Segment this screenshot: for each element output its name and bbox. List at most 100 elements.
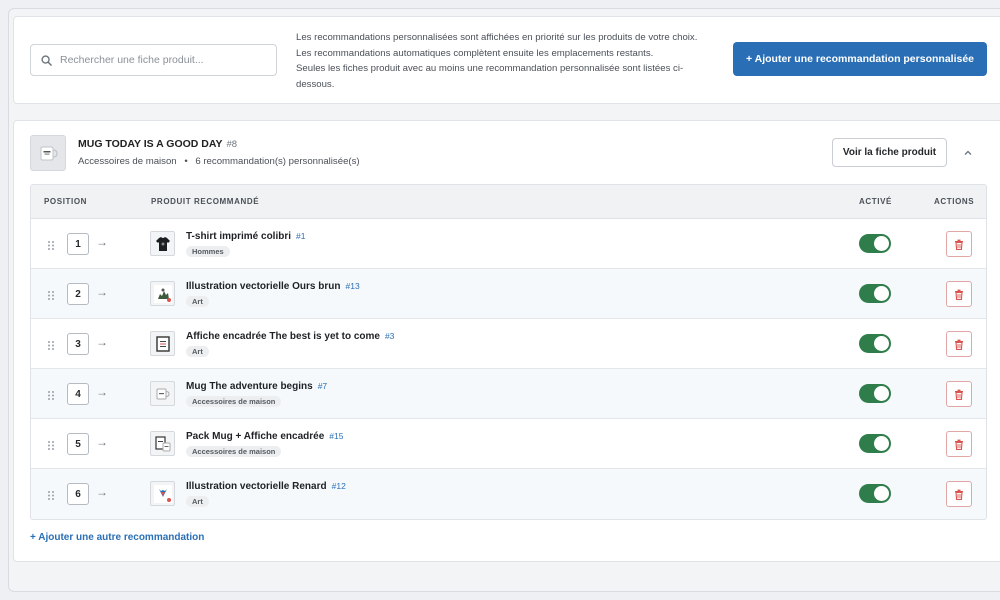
header-actions: ACTIONS <box>934 197 975 206</box>
position-input[interactable]: 1 <box>67 233 89 255</box>
category-badge: Art <box>186 346 209 357</box>
view-product-button[interactable]: Voir la fiche produit <box>832 138 947 167</box>
active-toggle[interactable] <box>859 284 891 303</box>
product-thumbnail <box>150 331 175 356</box>
product-card: MUG TODAY IS A GOOD DAY #8 Accessoires de… <box>13 120 1000 562</box>
product-subtitle: Accessoires de maison • 6 recommandation… <box>78 156 360 167</box>
active-toggle[interactable] <box>859 334 891 353</box>
mug-icon <box>40 146 58 161</box>
active-toggle[interactable] <box>859 434 891 453</box>
drag-handle-icon[interactable] <box>47 488 55 506</box>
position-input[interactable]: 2 <box>67 283 89 305</box>
product-name-text: Affiche encadrée The best is yet to come <box>186 331 380 342</box>
product-thumbnail <box>150 281 175 306</box>
product-title-text: MUG TODAY IS A GOOD DAY <box>78 138 223 150</box>
arrow-right-icon: → <box>96 335 108 349</box>
info-line-1: Les recommandations personnalisées sont … <box>296 32 698 43</box>
product-id: #12 <box>331 481 346 491</box>
product-name-text: Pack Mug + Affiche encadrée <box>186 431 325 442</box>
table-row: 3 → Affiche encadrée The best is yet to … <box>31 319 986 369</box>
drag-handle-icon[interactable] <box>47 238 55 256</box>
product-id: #13 <box>345 281 360 291</box>
add-recommendation-button[interactable]: + Ajouter une recommandation personnalis… <box>733 42 987 76</box>
table-row: 5 → Pack Mug + Affiche encadrée #15 Acces… <box>31 419 986 469</box>
active-toggle[interactable] <box>859 384 891 403</box>
drag-handle-icon[interactable] <box>47 288 55 306</box>
table-row: 1 → T-shirt imprimé colibri #1 Hommes <box>31 219 986 269</box>
recommended-product-name[interactable]: Affiche encadrée The best is yet to come… <box>186 331 394 342</box>
info-text: Les recommandations personnalisées sont … <box>296 30 708 92</box>
drag-handle-icon[interactable] <box>47 438 55 456</box>
trash-icon <box>955 389 963 400</box>
product-id: #7 <box>317 381 328 391</box>
product-thumbnail <box>30 135 66 171</box>
collapse-button[interactable] <box>960 145 976 161</box>
active-toggle[interactable] <box>859 234 891 253</box>
arrow-right-icon: → <box>96 385 108 399</box>
product-id: #3 <box>384 331 395 341</box>
search-box[interactable] <box>30 44 277 76</box>
product-thumbnail <box>150 481 175 506</box>
toolbar-card: Les recommandations personnalisées sont … <box>13 16 1000 104</box>
arrow-right-icon: → <box>96 485 108 499</box>
trash-icon <box>955 489 963 500</box>
product-name-text: Illustration vectorielle Ours brun <box>186 281 341 292</box>
product-thumbnail <box>150 381 175 406</box>
table-header: POSITION PRODUIT RECOMMANDÉ ACTIVÉ ACTIO… <box>31 185 986 219</box>
position-input[interactable]: 5 <box>67 433 89 455</box>
info-line-3: Seules les fiches produit avec au moins … <box>296 63 684 90</box>
table-row: 2 → Illustration vectorielle Ours brun #1… <box>31 269 986 319</box>
product-title: MUG TODAY IS A GOOD DAY #8 <box>78 138 237 150</box>
recommended-product-name[interactable]: Mug The adventure begins #7 <box>186 381 327 392</box>
table-row: 4 → Mug The adventure begins #7 Accessoir… <box>31 369 986 419</box>
recommended-product-name[interactable]: Pack Mug + Affiche encadrée #15 <box>186 431 343 442</box>
arrow-right-icon: → <box>96 285 108 299</box>
product-category: Accessoires de maison <box>78 156 177 167</box>
search-icon <box>41 54 52 66</box>
header-position: POSITION <box>44 197 88 206</box>
delete-button[interactable] <box>946 281 972 307</box>
recommendation-count: 6 recommandation(s) personnalisée(s) <box>195 156 360 167</box>
category-badge: Accessoires de maison <box>186 446 282 457</box>
delete-button[interactable] <box>946 481 972 507</box>
delete-button[interactable] <box>946 381 972 407</box>
header-active: ACTIVÉ <box>859 197 892 206</box>
search-input[interactable] <box>60 54 260 66</box>
position-input[interactable]: 6 <box>67 483 89 505</box>
product-name-text: Mug The adventure begins <box>186 381 313 392</box>
recommended-product-name[interactable]: Illustration vectorielle Renard #12 <box>186 481 346 492</box>
recommended-product-name[interactable]: T-shirt imprimé colibri #1 <box>186 231 306 242</box>
product-thumbnail <box>150 231 175 256</box>
delete-button[interactable] <box>946 331 972 357</box>
product-id: #8 <box>226 139 238 150</box>
table-row: 6 → Illustration vectorielle Renard #12 A… <box>31 469 986 519</box>
drag-handle-icon[interactable] <box>47 338 55 356</box>
add-another-link[interactable]: + Ajouter une autre recommandation <box>30 532 204 543</box>
drag-handle-icon[interactable] <box>47 388 55 406</box>
category-badge: Art <box>186 296 209 307</box>
trash-icon <box>955 339 963 350</box>
trash-icon <box>955 439 963 450</box>
position-input[interactable]: 4 <box>67 383 89 405</box>
product-name-text: Illustration vectorielle Renard <box>186 481 327 492</box>
category-badge: Accessoires de maison <box>186 396 282 407</box>
category-badge: Hommes <box>186 246 230 257</box>
header-product: PRODUIT RECOMMANDÉ <box>151 197 260 206</box>
trash-icon <box>955 289 963 300</box>
delete-button[interactable] <box>946 431 972 457</box>
recommended-product-name[interactable]: Illustration vectorielle Ours brun #13 <box>186 281 360 292</box>
product-thumbnail <box>150 431 175 456</box>
category-badge: Art <box>186 496 209 507</box>
delete-button[interactable] <box>946 231 972 257</box>
info-line-2: Les recommandations automatiques complèt… <box>296 47 654 59</box>
separator-dot: • <box>184 156 188 167</box>
arrow-right-icon: → <box>96 435 108 449</box>
active-toggle[interactable] <box>859 484 891 503</box>
chevron-up-icon <box>964 150 972 155</box>
product-id: #1 <box>296 231 306 241</box>
trash-icon <box>955 239 963 250</box>
table-body: 1 → T-shirt imprimé colibri #1 Hommes 2 → <box>31 219 986 519</box>
recommendations-table: POSITION PRODUIT RECOMMANDÉ ACTIVÉ ACTIO… <box>30 184 987 520</box>
product-name-text: T-shirt imprimé colibri <box>186 231 292 242</box>
position-input[interactable]: 3 <box>67 333 89 355</box>
